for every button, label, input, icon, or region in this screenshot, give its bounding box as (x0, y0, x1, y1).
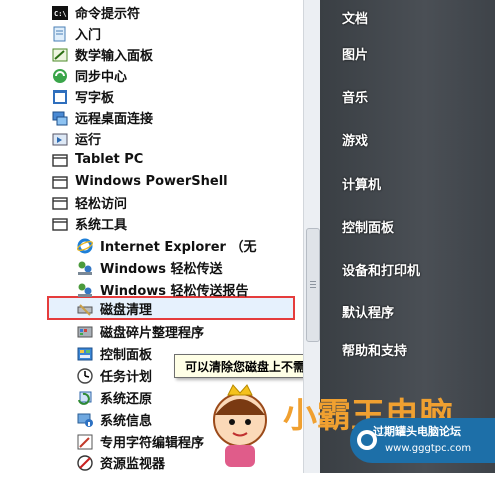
menu-item-label: 数学输入面板 (75, 49, 154, 64)
mascot-icon (213, 384, 267, 467)
menu-item-label: 命令提示符 (75, 7, 141, 22)
menu-item-math-input[interactable]: 数学输入面板 (52, 44, 153, 65)
math-input-icon (52, 47, 68, 63)
menu-item-label: 同步中心 (75, 70, 128, 85)
right-item-games[interactable]: 游戏 (342, 130, 368, 149)
svg-text:C:\: C:\ (54, 10, 67, 18)
menu-item-label: 专用字符编辑程序 (100, 436, 205, 451)
menu-item-label: 远程桌面连接 (75, 112, 154, 127)
menu-item-internet-explorer[interactable]: Internet Explorer （无 (76, 235, 257, 256)
menu-item-label: Windows 轻松传送报告 (100, 284, 249, 299)
disk-cleanup-icon (77, 301, 93, 317)
menu-item-label: Tablet PC (75, 152, 144, 167)
char-editor-icon (77, 434, 93, 450)
menu-item-label: 系统还原 (100, 392, 153, 407)
menu-item-disk-cleanup[interactable]: 磁盘清理 (77, 298, 152, 319)
folder-windows-powershell[interactable]: Windows PowerShell (52, 171, 228, 192)
menu-item-label: 写字板 (75, 91, 115, 106)
folder-icon (52, 174, 68, 190)
menu-item-system-information[interactable]: 系统信息 (77, 409, 152, 430)
right-item-control-panel[interactable]: 控制面板 (342, 217, 394, 236)
right-item-documents[interactable]: 文档 (342, 8, 368, 27)
menu-item-private-char-editor[interactable]: 专用字符编辑程序 (77, 431, 204, 452)
menu-item-defragmenter[interactable]: 磁盘碎片整理程序 (77, 321, 204, 342)
cmd-icon: C:\ (52, 5, 68, 21)
menu-item-label: Windows 轻松传送 (100, 262, 223, 277)
right-item-default-programs[interactable]: 默认程序 (342, 302, 394, 321)
folder-icon (52, 152, 68, 168)
menu-item-label: Windows PowerShell (75, 174, 228, 189)
task-scheduler-icon (77, 367, 93, 384)
ie-icon (76, 238, 94, 254)
defrag-icon (77, 324, 93, 340)
menu-item-sync-center[interactable]: 同步中心 (52, 65, 127, 86)
menu-item-label: Internet Explorer （无 (100, 240, 257, 255)
menu-item-label: 磁盘碎片整理程序 (100, 326, 205, 341)
menu-item-label: 系统信息 (100, 414, 153, 429)
folder-ease-of-access[interactable]: 轻松访问 (52, 192, 127, 213)
menu-item-label: 轻松访问 (75, 197, 128, 212)
menu-item-label: 系统工具 (75, 218, 128, 233)
badge-url: www.gggtpc.com (385, 443, 472, 454)
resource-monitor-icon (77, 454, 93, 471)
system-restore-icon (77, 390, 93, 406)
control-panel-icon (77, 346, 93, 362)
menu-item-label: 资源监视器 (100, 457, 166, 472)
right-item-help-support[interactable]: 帮助和支持 (342, 340, 407, 359)
menu-item-easy-transfer[interactable]: Windows 轻松传送 (77, 257, 223, 278)
menu-item-getting-started[interactable]: 入门 (52, 23, 101, 44)
easy-transfer-icon (77, 260, 93, 276)
remote-desktop-icon (52, 110, 68, 126)
getting-started-icon (52, 26, 68, 42)
menu-item-label: 入门 (75, 28, 102, 43)
sync-icon (52, 68, 68, 84)
menu-item-system-restore[interactable]: 系统还原 (77, 387, 152, 408)
menu-item-control-panel[interactable]: 控制面板 (77, 343, 152, 364)
menu-item-easy-transfer-report[interactable]: Windows 轻松传送报告 (77, 279, 249, 300)
badge-title: 过期罐头电脑论坛 (373, 425, 461, 438)
menu-item-cmd[interactable]: C:\ 命令提示符 (52, 2, 140, 23)
right-item-pictures[interactable]: 图片 (342, 44, 368, 63)
menu-item-remote-desktop[interactable]: 远程桌面连接 (52, 107, 153, 128)
menu-item-task-scheduler[interactable]: 任务计划 (77, 365, 152, 386)
folder-tablet-pc[interactable]: Tablet PC (52, 149, 143, 170)
menu-item-wordpad[interactable]: 写字板 (52, 86, 114, 107)
menu-item-label: 控制面板 (100, 348, 153, 363)
right-item-music[interactable]: 音乐 (342, 87, 368, 106)
folder-system-tools[interactable]: 系统工具 (52, 213, 127, 234)
system-info-icon (77, 412, 93, 428)
scrollbar-thumb[interactable] (306, 228, 320, 342)
menu-item-label: 磁盘清理 (100, 303, 153, 318)
wordpad-icon (52, 89, 68, 105)
folder-icon (52, 195, 68, 211)
menu-item-label: 运行 (75, 133, 102, 148)
menu-item-resource-monitor[interactable]: 资源监视器 (77, 452, 165, 473)
right-item-computer[interactable]: 计算机 (342, 174, 381, 193)
run-icon (52, 131, 68, 147)
folder-icon (52, 216, 68, 232)
easy-transfer-icon (77, 282, 93, 298)
right-item-devices-printers[interactable]: 设备和打印机 (342, 260, 420, 279)
menu-item-label: 任务计划 (100, 370, 153, 385)
menu-item-run[interactable]: 运行 (52, 128, 101, 149)
